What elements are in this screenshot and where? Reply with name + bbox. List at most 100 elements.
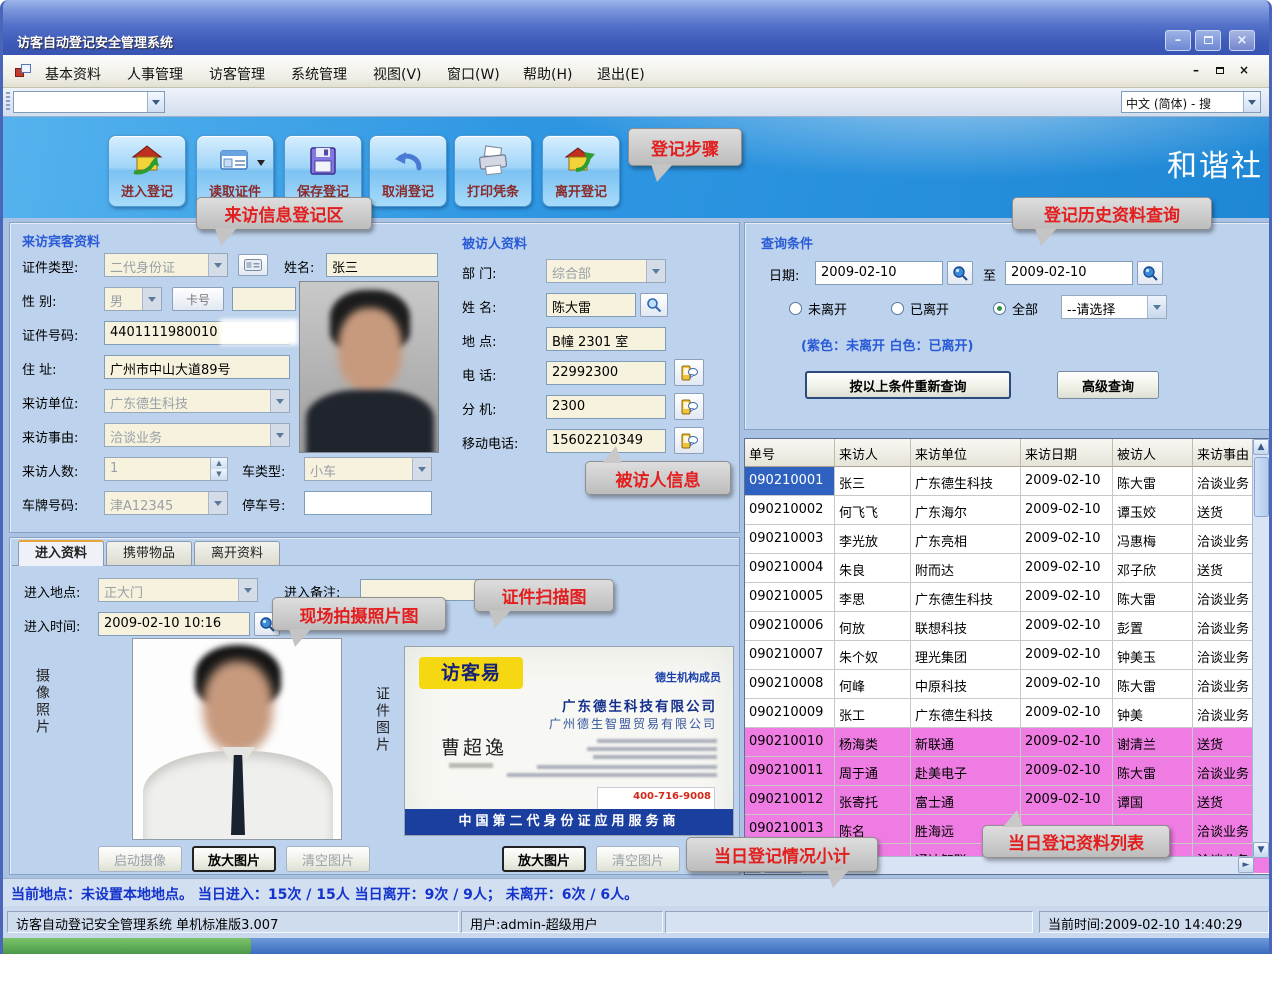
vehicle-type-combobox[interactable]: 小车 xyxy=(304,457,432,481)
table-cell[interactable]: 090210005 xyxy=(745,583,835,612)
parking-field[interactable] xyxy=(304,491,432,515)
start-camera-button[interactable]: 启动摄像 xyxy=(98,846,182,872)
language-combobox[interactable]: 中文 (简体) - 搜 xyxy=(1121,91,1261,113)
table-cell[interactable]: 何峰 xyxy=(835,670,911,699)
card-number-button[interactable]: 卡号 xyxy=(172,287,224,311)
table-row[interactable]: 090210003李光放广东亮相2009-02-10冯惠梅洽谈业务 xyxy=(745,525,1270,554)
table-cell[interactable]: 2009-02-10 xyxy=(1021,496,1113,525)
menu-item-view[interactable]: 视图(V) xyxy=(367,62,428,86)
column-header[interactable]: 来访单位 xyxy=(911,439,1021,467)
table-cell[interactable]: 2009-02-10 xyxy=(1021,670,1113,699)
table-cell[interactable]: 送货 xyxy=(1193,728,1254,757)
tab-entry-info[interactable]: 进入资料 xyxy=(18,540,104,566)
table-cell[interactable]: 李光放 xyxy=(835,525,911,554)
table-cell[interactable]: 冯惠梅 xyxy=(1113,525,1193,554)
table-cell[interactable]: 何飞飞 xyxy=(835,496,911,525)
zoom-card-button[interactable]: 放大图片 xyxy=(502,846,586,872)
date-from-picker-button[interactable] xyxy=(947,261,973,285)
clear-photo-button[interactable]: 清空图片 xyxy=(286,846,370,872)
table-cell[interactable]: 送货 xyxy=(1193,496,1254,525)
table-row[interactable]: 090210011周于通赴美电子2009-02-10陈大雷洽谈业务 xyxy=(745,757,1270,786)
table-cell[interactable]: 广东德生科技 xyxy=(911,583,1021,612)
stepper-down-icon[interactable]: ▼ xyxy=(211,469,227,480)
column-header[interactable]: 单号 xyxy=(745,439,835,467)
visit-reason-combobox[interactable]: 洽谈业务 xyxy=(104,423,290,447)
table-row[interactable]: 090210004朱良附而达2009-02-10邓子欣送货 xyxy=(745,554,1270,583)
table-row[interactable]: 090210007朱个奴理光集团2009-02-10钟美玉洽谈业务 xyxy=(745,641,1270,670)
table-cell[interactable]: 2009-02-10 xyxy=(1021,699,1113,728)
table-row[interactable]: 090210010杨海类新联通2009-02-10谢清兰送货 xyxy=(745,728,1270,757)
table-cell[interactable]: 2009-02-10 xyxy=(1021,612,1113,641)
radio-not-left[interactable]: 未离开 xyxy=(789,299,847,318)
table-cell[interactable]: 陈大雷 xyxy=(1113,467,1193,496)
table-cell[interactable]: 张寄托 xyxy=(835,786,911,815)
table-cell[interactable]: 090210009 xyxy=(745,699,835,728)
column-header[interactable]: 来访日期 xyxy=(1021,439,1113,467)
card-reader-button[interactable] xyxy=(238,254,268,276)
visitor-name-field[interactable]: 张三 xyxy=(326,253,438,277)
table-cell[interactable]: 洽谈业务 xyxy=(1193,583,1254,612)
column-header[interactable]: 被访人 xyxy=(1113,439,1193,467)
print-receipt-button[interactable]: 打印凭条 xyxy=(454,135,532,207)
address-field[interactable]: 广州市中山大道89号 xyxy=(104,355,290,379)
entry-place-combobox[interactable]: 正大门 xyxy=(98,578,258,602)
mdi-restore-button[interactable] xyxy=(1211,63,1229,79)
table-cell[interactable]: 何放 xyxy=(835,612,911,641)
table-row[interactable]: 090210008何峰中原科技2009-02-10陈大雷洽谈业务 xyxy=(745,670,1270,699)
table-cell[interactable]: 090210004 xyxy=(745,554,835,583)
table-cell[interactable]: 谢清兰 xyxy=(1113,728,1193,757)
table-cell[interactable]: 新联通 xyxy=(911,728,1021,757)
table-cell[interactable]: 送货 xyxy=(1193,786,1254,815)
sms-notify-button-phone[interactable] xyxy=(674,359,704,386)
table-cell[interactable]: 090210006 xyxy=(745,612,835,641)
sms-notify-button-mobile[interactable] xyxy=(674,427,704,454)
table-cell[interactable]: 中原科技 xyxy=(911,670,1021,699)
menu-item-system[interactable]: 系统管理 xyxy=(285,62,353,86)
close-button[interactable]: × xyxy=(1229,30,1255,51)
table-cell[interactable]: 陈大雷 xyxy=(1113,757,1193,786)
phone-field[interactable]: 22992300 xyxy=(546,361,666,385)
menu-item-visitor[interactable]: 访客管理 xyxy=(203,62,271,86)
ext-field[interactable]: 2300 xyxy=(546,395,666,419)
tab-leave-info[interactable]: 离开资料 xyxy=(194,541,280,566)
table-cell[interactable]: 洽谈业务 xyxy=(1193,815,1254,844)
radio-left[interactable]: 已离开 xyxy=(891,299,949,318)
menu-item-hr[interactable]: 人事管理 xyxy=(121,62,189,86)
vscroll-thumb[interactable] xyxy=(1254,457,1269,517)
gender-combobox[interactable]: 男 xyxy=(104,287,162,311)
minimize-button[interactable]: – xyxy=(1165,30,1191,51)
table-cell[interactable]: 090210003 xyxy=(745,525,835,554)
table-cell[interactable]: 广东亮相 xyxy=(911,525,1021,554)
stepper-up-icon[interactable]: ▲ xyxy=(211,458,227,469)
table-row[interactable]: 090210006何放联想科技2009-02-10彭置洽谈业务 xyxy=(745,612,1270,641)
location-field[interactable]: B幢 2301 室 xyxy=(546,327,666,351)
enter-registration-button[interactable]: 进入登记 xyxy=(108,135,186,207)
table-row[interactable]: 090210005李思广东德生科技2009-02-10陈大雷洽谈业务 xyxy=(745,583,1270,612)
card-number-field[interactable] xyxy=(232,287,296,311)
table-cell[interactable]: 洽谈业务 xyxy=(1193,641,1254,670)
tab-carried-items[interactable]: 携带物品 xyxy=(106,541,192,566)
table-cell[interactable]: 090210011 xyxy=(745,757,835,786)
scroll-right-icon[interactable]: ► xyxy=(1238,857,1254,873)
table-cell[interactable]: 张三 xyxy=(835,467,911,496)
table-cell[interactable]: 广东德生科技 xyxy=(911,699,1021,728)
column-header[interactable]: 来访事由 xyxy=(1193,439,1254,467)
leave-registration-button[interactable]: 离开登记 xyxy=(542,135,620,207)
table-cell[interactable]: 朱个奴 xyxy=(835,641,911,670)
table-cell[interactable]: 洽谈业务 xyxy=(1193,612,1254,641)
table-cell[interactable]: 杨海类 xyxy=(835,728,911,757)
table-cell[interactable]: 2009-02-10 xyxy=(1021,525,1113,554)
table-cell[interactable]: 2009-02-10 xyxy=(1021,583,1113,612)
mdi-minimize-button[interactable]: – xyxy=(1187,63,1205,79)
mdi-close-button[interactable]: × xyxy=(1235,63,1253,79)
scroll-down-icon[interactable]: ▼ xyxy=(1253,842,1269,858)
table-cell[interactable]: 2009-02-10 xyxy=(1021,554,1113,583)
sms-notify-button-ext[interactable] xyxy=(674,393,704,420)
table-cell[interactable]: 钟美 xyxy=(1113,699,1193,728)
table-cell[interactable]: 2009-02-10 xyxy=(1021,641,1113,670)
clear-card-button[interactable]: 清空图片 xyxy=(596,846,680,872)
table-row[interactable]: 090210001张三广东德生科技2009-02-10陈大雷洽谈业务 xyxy=(745,467,1270,496)
table-cell[interactable]: 李思 xyxy=(835,583,911,612)
column-header[interactable]: 来访人 xyxy=(835,439,911,467)
chevron-down-icon[interactable] xyxy=(1243,92,1260,112)
